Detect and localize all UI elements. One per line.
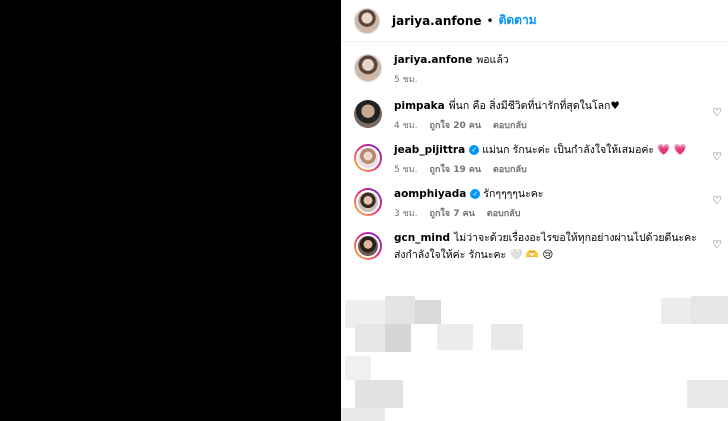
comment-time: 4 ชม. (394, 121, 418, 131)
reply-button[interactable]: ตอบกลับ (487, 206, 521, 220)
header-separator: • (486, 13, 494, 28)
heart-outline-icon[interactable]: ♡ (712, 106, 722, 119)
avatar[interactable] (354, 7, 380, 34)
comment-item: aomphiyada ✓ รักๆๆๆๆนะคะ 3 ชม. ถูกใจ 7 คน … (341, 186, 728, 220)
comment-username[interactable]: aomphiyada (394, 188, 466, 200)
comment-item: pimpaka พี่นก คือ สิ่งมีชีวิตที่น่ารักที่… (341, 98, 728, 132)
pixelated-area (341, 296, 728, 421)
reply-button[interactable]: ตอบกลับ (493, 162, 527, 176)
author-username[interactable]: jariya.anfone (392, 14, 482, 28)
comment-username[interactable]: jeab_pijittra (394, 144, 465, 156)
comment-username[interactable]: pimpaka (394, 100, 445, 112)
avatar[interactable] (354, 188, 382, 216)
avatar[interactable] (354, 232, 382, 260)
comment-username[interactable]: gcn_mind (394, 232, 450, 244)
post-media-area[interactable] (0, 0, 341, 421)
avatar[interactable] (354, 54, 382, 82)
verified-badge-icon: ✓ (470, 189, 481, 199)
caption-time: 5 ชม. (394, 75, 418, 85)
comment-likes[interactable]: ถูกใจ 20 คน (430, 118, 482, 132)
comment-text: แม่นก รักนะค่ะ เป็นกำลังใจให้เสมอค่ะ (482, 144, 655, 156)
verified-badge-icon: ✓ (469, 145, 480, 155)
avatar[interactable] (354, 144, 382, 172)
comment-item: jeab_pijittra ✓ แม่นก รักนะค่ะ เป็นกำลังใจ… (341, 142, 728, 176)
caption: jariya.anfone พอแล้ว 5 ชม. (341, 52, 728, 86)
post-header: jariya.anfone • ติดตาม (341, 0, 728, 42)
avatar[interactable] (354, 100, 382, 128)
heart-outline-icon[interactable]: ♡ (712, 150, 722, 163)
comment-text: พี่นก คือ สิ่งมีชีวิตที่น่ารักที่สุดในโล… (448, 100, 620, 112)
comment-list: jariya.anfone พอแล้ว 5 ชม. pimpaka พี่นก ค… (341, 42, 728, 261)
comment-likes[interactable]: ถูกใจ 7 คน (430, 206, 475, 220)
comments-panel: jariya.anfone • ติดตาม jariya.anfone พอแล… (341, 0, 728, 421)
caption-username[interactable]: jariya.anfone (394, 54, 472, 66)
comment-time: 5 ชม. (394, 165, 418, 175)
comment-emoji: 💗 💗 (657, 144, 687, 156)
comment-time: 3 ชม. (394, 209, 418, 219)
heart-outline-icon[interactable]: ♡ (712, 194, 722, 207)
comment-likes[interactable]: ถูกใจ 19 คน (430, 162, 482, 176)
comment-text: รักๆๆๆๆนะคะ (483, 188, 544, 200)
reply-button[interactable]: ตอบกลับ (493, 118, 527, 132)
heart-outline-icon[interactable]: ♡ (712, 238, 722, 251)
follow-button[interactable]: ติดตาม (499, 11, 537, 30)
comment-emoji: 🤍 🫶 😢 (509, 249, 554, 261)
instagram-post-view: jariya.anfone • ติดตาม jariya.anfone พอแล… (0, 0, 728, 421)
comment-item: gcn_mind ไม่ว่าจะด้วยเรื่องอะไรขอให้ทุกอย… (341, 230, 728, 264)
caption-text: พอแล้ว (476, 54, 509, 66)
